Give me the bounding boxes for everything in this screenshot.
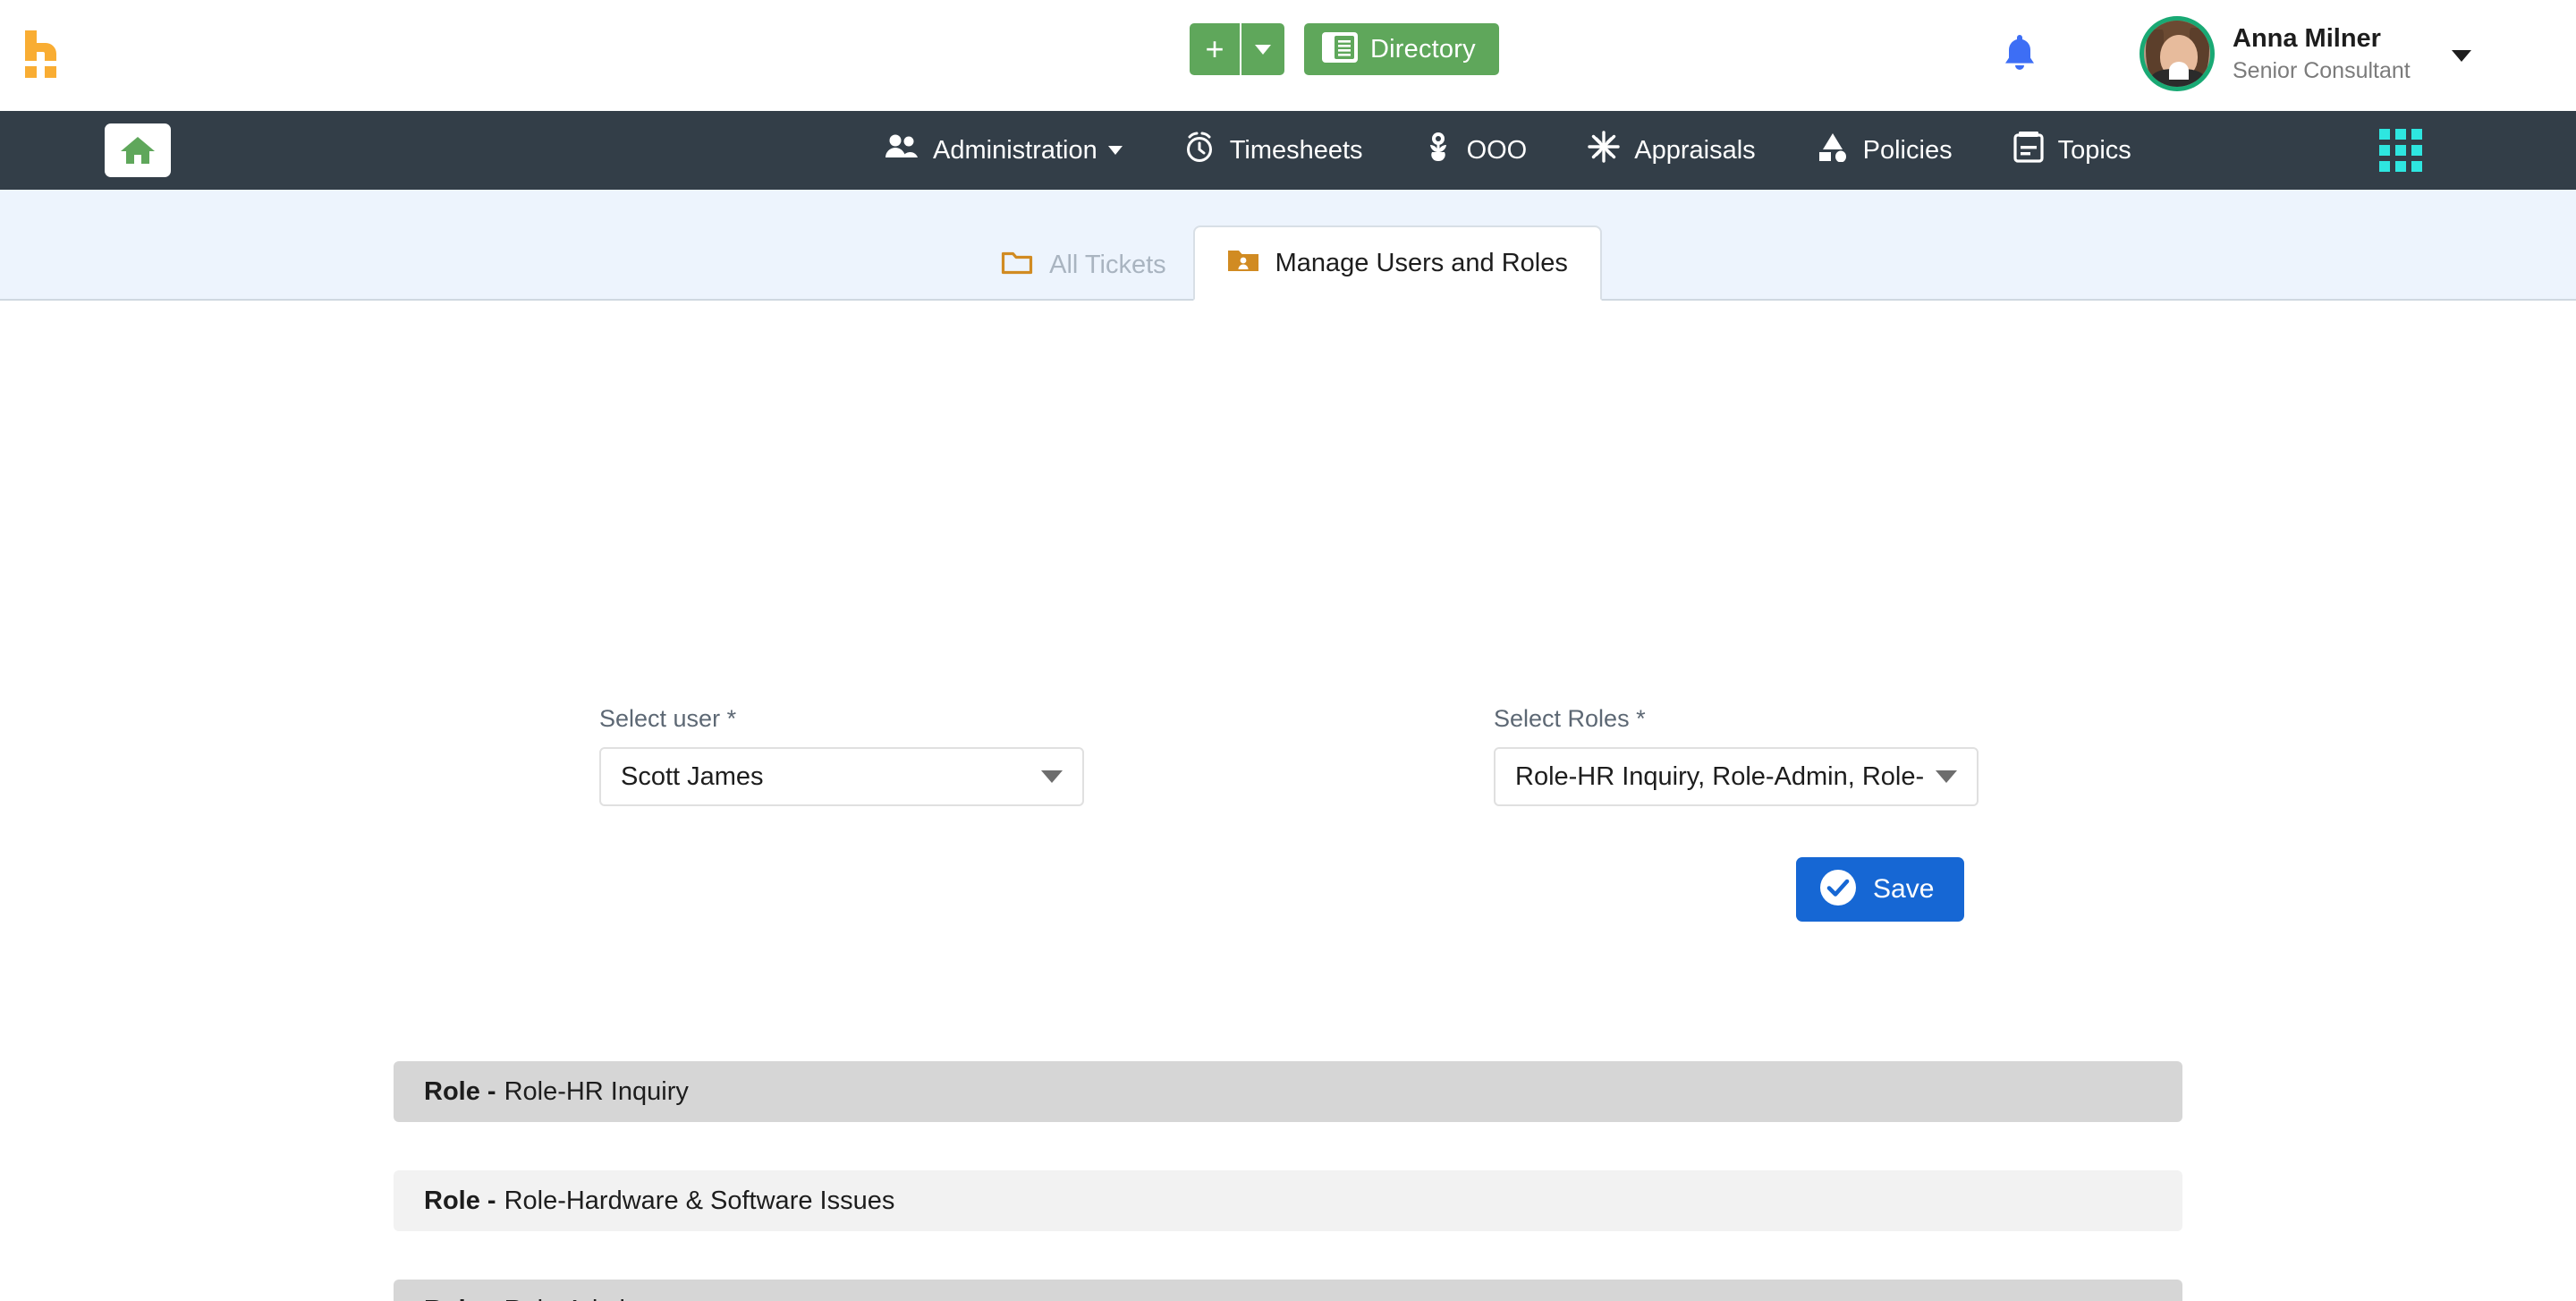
alarm-clock-icon [1183, 131, 1216, 170]
nav-item-administration[interactable]: Administration [854, 133, 1153, 167]
shapes-icon [1817, 132, 1849, 169]
select-roles-field: Select Roles * Role-HR Inquiry, Role-Adm… [1494, 705, 1979, 806]
nav-item-topics[interactable]: Topics [1983, 131, 2162, 170]
tab-all-tickets[interactable]: All Tickets [974, 231, 1193, 299]
nav-label-ooo: OOO [1466, 135, 1528, 165]
user-info: Anna Milner Senior Consultant [2233, 22, 2411, 85]
check-circle-icon [1819, 869, 1857, 911]
nav-label-timesheets: Timesheets [1229, 135, 1363, 165]
apps-dot [2379, 129, 2390, 140]
select-roles-dropdown[interactable]: Role-HR Inquiry, Role-Admin, Role-Fi... [1494, 747, 1979, 806]
role-row-prefix: Role - [424, 1296, 496, 1301]
apps-dot [2395, 161, 2406, 172]
select-user-field: Select user * Scott James [599, 705, 1084, 806]
home-icon [121, 137, 155, 164]
chevron-down-icon [1936, 770, 1957, 783]
home-button[interactable] [105, 123, 171, 177]
select-roles-label: Select Roles * [1494, 705, 1646, 732]
add-dropdown-button[interactable] [1241, 23, 1284, 75]
user-name: Anna Milner [2233, 24, 2381, 54]
people-icon [885, 133, 919, 167]
nav-item-appraisals[interactable]: Appraisals [1557, 131, 1785, 170]
flower-icon [1424, 131, 1453, 170]
main-content: Select user * Scott James Select Roles *… [0, 301, 2576, 1301]
folder-icon [1001, 248, 1033, 282]
tab-label-manage-users-and-roles: Manage Users and Roles [1275, 248, 1568, 277]
nav-label-policies: Policies [1862, 135, 1953, 165]
user-menu[interactable]: Anna Milner Senior Consultant [2140, 16, 2471, 91]
apps-dot [2411, 129, 2422, 140]
main-navigation: Administration Timesheets OOO Appraisals… [0, 111, 2576, 190]
select-user-label: Select user * [599, 705, 737, 732]
apps-dot [2411, 161, 2422, 172]
user-title: Senior Consultant [2233, 57, 2411, 83]
role-row-prefix: Role - [424, 1186, 496, 1215]
directory-label: Directory [1370, 34, 1476, 64]
apps-dot [2379, 161, 2390, 172]
folder-user-icon [1227, 246, 1259, 280]
select-user-value: Scott James [621, 761, 764, 791]
nav-label-topics: Topics [2057, 135, 2131, 165]
chevron-down-icon [1255, 44, 1271, 55]
role-row-name: Role-Admin [504, 1296, 640, 1301]
nav-label-administration: Administration [933, 135, 1097, 165]
role-row[interactable]: Role - Role-Admin [394, 1280, 2182, 1301]
apps-dot [2411, 145, 2422, 156]
role-row[interactable]: Role - Role-Hardware & Software Issues [394, 1170, 2182, 1231]
asterisk-icon [1588, 131, 1620, 170]
top-bar: + Directory Anna Milner Senior Consultan… [0, 0, 2576, 111]
chevron-down-icon[interactable] [2451, 49, 2471, 62]
tab-bar: All Tickets Manage Users and Roles [0, 190, 2576, 301]
tab-label-all-tickets: All Tickets [1049, 250, 1166, 279]
nav-item-timesheets[interactable]: Timesheets [1153, 131, 1394, 170]
apps-dot [2395, 129, 2406, 140]
role-row-name: Role-Hardware & Software Issues [504, 1186, 895, 1215]
roles-list: Role - Role-HR Inquiry Role - Role-Hardw… [394, 1061, 2182, 1301]
role-row-prefix: Role - [424, 1076, 496, 1106]
save-button[interactable]: Save [1796, 857, 1965, 922]
apps-dot [2395, 145, 2406, 156]
app-logo[interactable] [20, 29, 75, 84]
avatar [2140, 16, 2215, 91]
top-actions: + Directory [1190, 23, 1499, 75]
calendar-icon [2012, 131, 2044, 170]
role-row-name: Role-HR Inquiry [504, 1076, 689, 1106]
select-roles-value: Role-HR Inquiry, Role-Admin, Role-Fi... [1515, 761, 1923, 791]
nav-label-appraisals: Appraisals [1634, 135, 1756, 165]
select-user-dropdown[interactable]: Scott James [599, 747, 1084, 806]
notifications-button[interactable] [2000, 32, 2039, 80]
nav-item-ooo[interactable]: OOO [1394, 131, 1558, 170]
directory-button[interactable]: Directory [1304, 23, 1499, 75]
add-button[interactable]: + [1190, 23, 1241, 75]
role-row[interactable]: Role - Role-HR Inquiry [394, 1061, 2182, 1122]
chevron-down-icon [1041, 770, 1063, 783]
chevron-down-icon [1107, 146, 1123, 155]
add-button-group: + [1190, 23, 1284, 75]
apps-grid-button[interactable] [2379, 129, 2422, 172]
tab-manage-users-and-roles[interactable]: Manage Users and Roles [1192, 225, 1602, 301]
apps-dot [2379, 145, 2390, 156]
directory-icon [1322, 31, 1358, 67]
bell-icon [2005, 35, 2034, 70]
nav-items: Administration Timesheets OOO Appraisals… [854, 131, 2162, 170]
save-label: Save [1873, 874, 1935, 904]
nav-item-policies[interactable]: Policies [1786, 132, 1983, 169]
